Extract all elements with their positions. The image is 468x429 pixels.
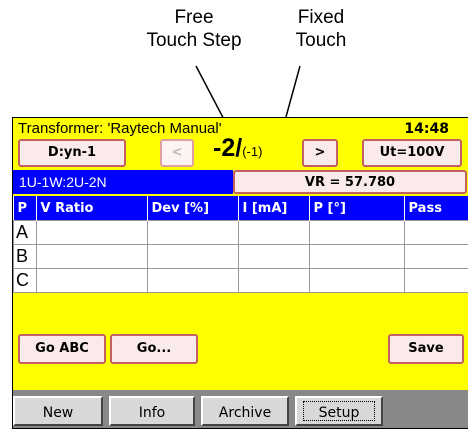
vector-group-button[interactable]: D:yn-1 xyxy=(18,139,126,167)
col-header-phase: P xyxy=(13,196,37,221)
window-title: Transformer: 'Raytech Manual' xyxy=(18,120,222,137)
menu-new-button[interactable]: New xyxy=(13,396,103,426)
v-ratio-cell xyxy=(35,268,148,293)
col-header-phase-angle: P [°] xyxy=(309,196,405,221)
v-ratio-cell xyxy=(35,220,148,245)
pass-cell xyxy=(403,268,468,293)
dev-cell xyxy=(146,268,239,293)
current-cell xyxy=(237,220,310,245)
col-header-current: I [mA] xyxy=(238,196,310,221)
fixed-touch-value[interactable]: (-1) xyxy=(242,144,262,159)
bottom-menu-bar: New Info Archive Setup xyxy=(13,390,468,428)
table-row[interactable]: A xyxy=(13,220,468,245)
phase-cell: C xyxy=(13,268,37,293)
dev-cell xyxy=(146,220,239,245)
table-header-row: P V Ratio Dev [%] I [mA] P [°] Pass xyxy=(13,196,468,221)
dev-cell xyxy=(146,244,239,269)
menu-archive-button[interactable]: Archive xyxy=(201,396,289,426)
clock: 14:48 xyxy=(404,121,449,137)
menu-info-button[interactable]: Info xyxy=(109,396,195,426)
menu-setup-button[interactable]: Setup xyxy=(295,396,383,426)
go-button[interactable]: Go... xyxy=(110,334,198,364)
phase-angle-cell xyxy=(308,220,405,245)
vr-value-display[interactable]: VR = 57.780 xyxy=(233,170,467,194)
table-row[interactable]: B xyxy=(13,244,468,269)
table-row[interactable]: C xyxy=(13,268,468,293)
previous-tap-button[interactable]: < xyxy=(160,139,194,167)
col-header-v-ratio: V Ratio xyxy=(36,196,148,221)
phase-cell: A xyxy=(13,220,37,245)
pass-cell xyxy=(403,220,468,245)
next-tap-button[interactable]: > xyxy=(302,139,338,167)
current-cell xyxy=(237,268,310,293)
phase-angle-cell xyxy=(308,244,405,269)
phase-angle-cell xyxy=(308,268,405,293)
test-voltage-button[interactable]: Ut=100V xyxy=(362,139,462,167)
tap-step-display[interactable]: -2/(-1) xyxy=(213,134,303,163)
device-screen: Transformer: 'Raytech Manual' 14:48 D:yn… xyxy=(12,117,468,429)
measurement-table: P V Ratio Dev [%] I [mA] P [°] Pass A B xyxy=(13,196,468,293)
save-button[interactable]: Save xyxy=(388,334,464,364)
winding-selector[interactable]: 1U-1W:2U-2N xyxy=(13,170,233,194)
pass-cell xyxy=(403,244,468,269)
go-abc-button[interactable]: Go ABC xyxy=(18,334,106,364)
v-ratio-cell xyxy=(35,244,148,269)
col-header-pass: Pass xyxy=(404,196,468,221)
free-touch-step-value[interactable]: -2/ xyxy=(213,134,242,162)
col-header-dev: Dev [%] xyxy=(147,196,239,221)
phase-cell: B xyxy=(13,244,37,269)
current-cell xyxy=(237,244,310,269)
menu-setup-label: Setup xyxy=(318,405,360,421)
